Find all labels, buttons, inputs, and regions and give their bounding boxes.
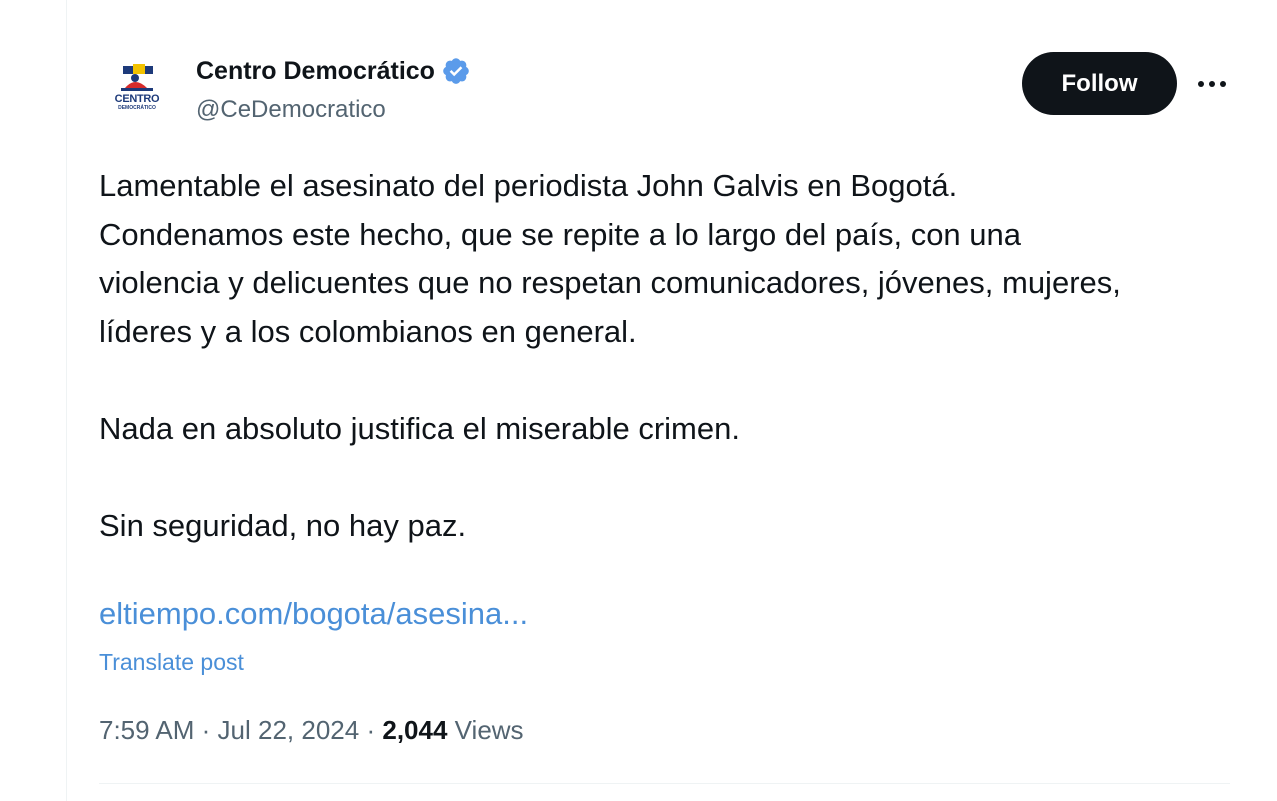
meta-separator: · (201, 715, 211, 745)
author-name-text[interactable]: Centro Democrático (196, 57, 435, 86)
post-link[interactable]: eltiempo.com/bogota/asesina... (99, 596, 528, 632)
post-time[interactable]: 7:59 AM (99, 715, 194, 745)
meta-separator: · (366, 715, 376, 745)
post-paragraph: Lamentable el asesinato del periodista J… (99, 168, 1121, 349)
avatar-logo-icon (121, 64, 153, 91)
post-text: Lamentable el asesinato del periodista J… (99, 162, 1229, 550)
post-paragraph: Nada en absoluto justifica el miserable … (99, 410, 740, 446)
column-divider (66, 0, 67, 801)
more-horizontal-icon[interactable] (1196, 70, 1228, 98)
post-meta: 7:59 AM · Jul 22, 2024 · 2,044 Views (99, 715, 524, 746)
post-date[interactable]: Jul 22, 2024 (218, 715, 360, 745)
post-page: CENTRO DEMOCRÁTICO Centro Democrático @C… (0, 0, 1277, 801)
bottom-divider (99, 783, 1230, 784)
author-handle[interactable]: @CeDemocratico (196, 96, 386, 124)
avatar[interactable]: CENTRO DEMOCRÁTICO (99, 54, 175, 130)
post-paragraph: Sin seguridad, no hay paz. (99, 507, 467, 543)
verified-badge-icon (443, 58, 469, 84)
views-count: 2,044 (382, 715, 448, 745)
follow-button[interactable]: Follow (1022, 52, 1177, 115)
translate-post-link[interactable]: Translate post (99, 649, 244, 676)
author-display-name[interactable]: Centro Democrático (196, 56, 471, 86)
views-label: Views (454, 715, 524, 745)
avatar-logo-subtext: DEMOCRÁTICO (118, 105, 156, 111)
avatar-logo-text: CENTRO (114, 93, 160, 105)
